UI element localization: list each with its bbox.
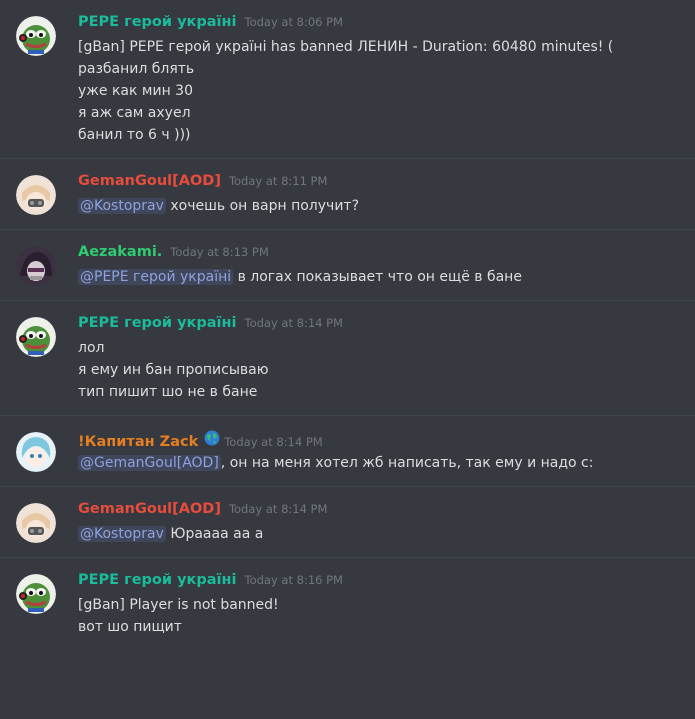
message-line: [gBan] Player is not banned! [78,597,279,613]
message-line: @PEPE герой україні в логах показывает ч… [78,266,679,288]
message-line: разбанил блять [78,61,195,77]
username[interactable]: GemanGoul[AOD] [78,501,221,517]
message-line: @GemanGoul[AOD], он на меня хотел жб нап… [78,452,679,474]
message-line: банил то 6 ч ))) [78,127,191,143]
message-feed: PEPE герой україні Today at 8:06 PM [gBa… [0,0,695,719]
timestamp: Today at 8:13 PM [170,245,269,259]
message-group: PEPE герой україні Today at 8:14 PM лол … [0,300,695,415]
message-text: в логах показывает что он ещё в бане [233,269,522,285]
pepe-avatar[interactable] [16,16,56,56]
timestamp: Today at 8:16 PM [244,573,343,587]
user-mention[interactable]: @Kostoprav [78,526,166,542]
message-group: PEPE герой україні Today at 8:16 PM [gBa… [0,557,695,650]
pepe-avatar[interactable] [16,317,56,357]
timestamp: Today at 8:14 PM [224,435,323,449]
aezakami-avatar[interactable] [16,246,56,286]
message-line: [gBan] PEPE герой україні has banned ЛЕН… [78,39,614,55]
globe-icon [204,430,220,446]
message-line: я ему ин бан прописываю [78,362,269,378]
message-line: тип пишит шо не в бане [78,384,258,400]
username[interactable]: GemanGoul[AOD] [78,173,221,189]
message-text: хочешь он варн получит? [165,198,360,214]
message-group: GemanGoul[AOD] Today at 8:11 PM @Kostopr… [0,158,695,229]
timestamp: Today at 8:06 PM [244,15,343,29]
timestamp: Today at 8:14 PM [228,502,328,516]
timestamp: Today at 8:11 PM [228,174,328,188]
geman-avatar[interactable] [16,175,56,215]
message-group: !Капитан Zack Today at 8:14 PM @GemanGou… [0,415,695,486]
message-line: @Kostoprav хочешь он варн получит? [78,195,679,217]
geman-avatar[interactable] [16,503,56,543]
user-mention[interactable]: @GemanGoul[AOD] [78,455,221,471]
message-line: я аж сам ахуел [78,105,191,121]
message-text: , он на меня хотел жб написать, так ему … [220,455,594,471]
message-group: GemanGoul[AOD] Today at 8:14 PM @Kostopr… [0,486,695,557]
timestamp: Today at 8:14 PM [244,316,343,330]
message-line: вот шо пищит [78,619,182,635]
message-line: лол [78,340,105,356]
zack-avatar[interactable] [16,432,56,472]
username[interactable]: PEPE герой україні [78,572,237,588]
user-mention[interactable]: @Kostoprav [78,198,166,214]
username[interactable]: PEPE герой україні [78,315,237,331]
message-line: @Kostoprav Юраааа аа а [78,523,679,545]
message-line: уже как мин 30 [78,83,193,99]
message-group: PEPE герой україні Today at 8:06 PM [gBa… [0,0,695,158]
username[interactable]: !Капитан Zack [78,434,198,450]
message-text: Юраааа аа а [165,526,264,542]
pepe-avatar[interactable] [16,574,56,614]
username[interactable]: Aezakami. [78,244,162,260]
username[interactable]: PEPE герой україні [78,14,237,30]
message-group: Aezakami. Today at 8:13 PM @PEPE герой у… [0,229,695,300]
user-mention[interactable]: @PEPE герой україні [78,269,234,285]
